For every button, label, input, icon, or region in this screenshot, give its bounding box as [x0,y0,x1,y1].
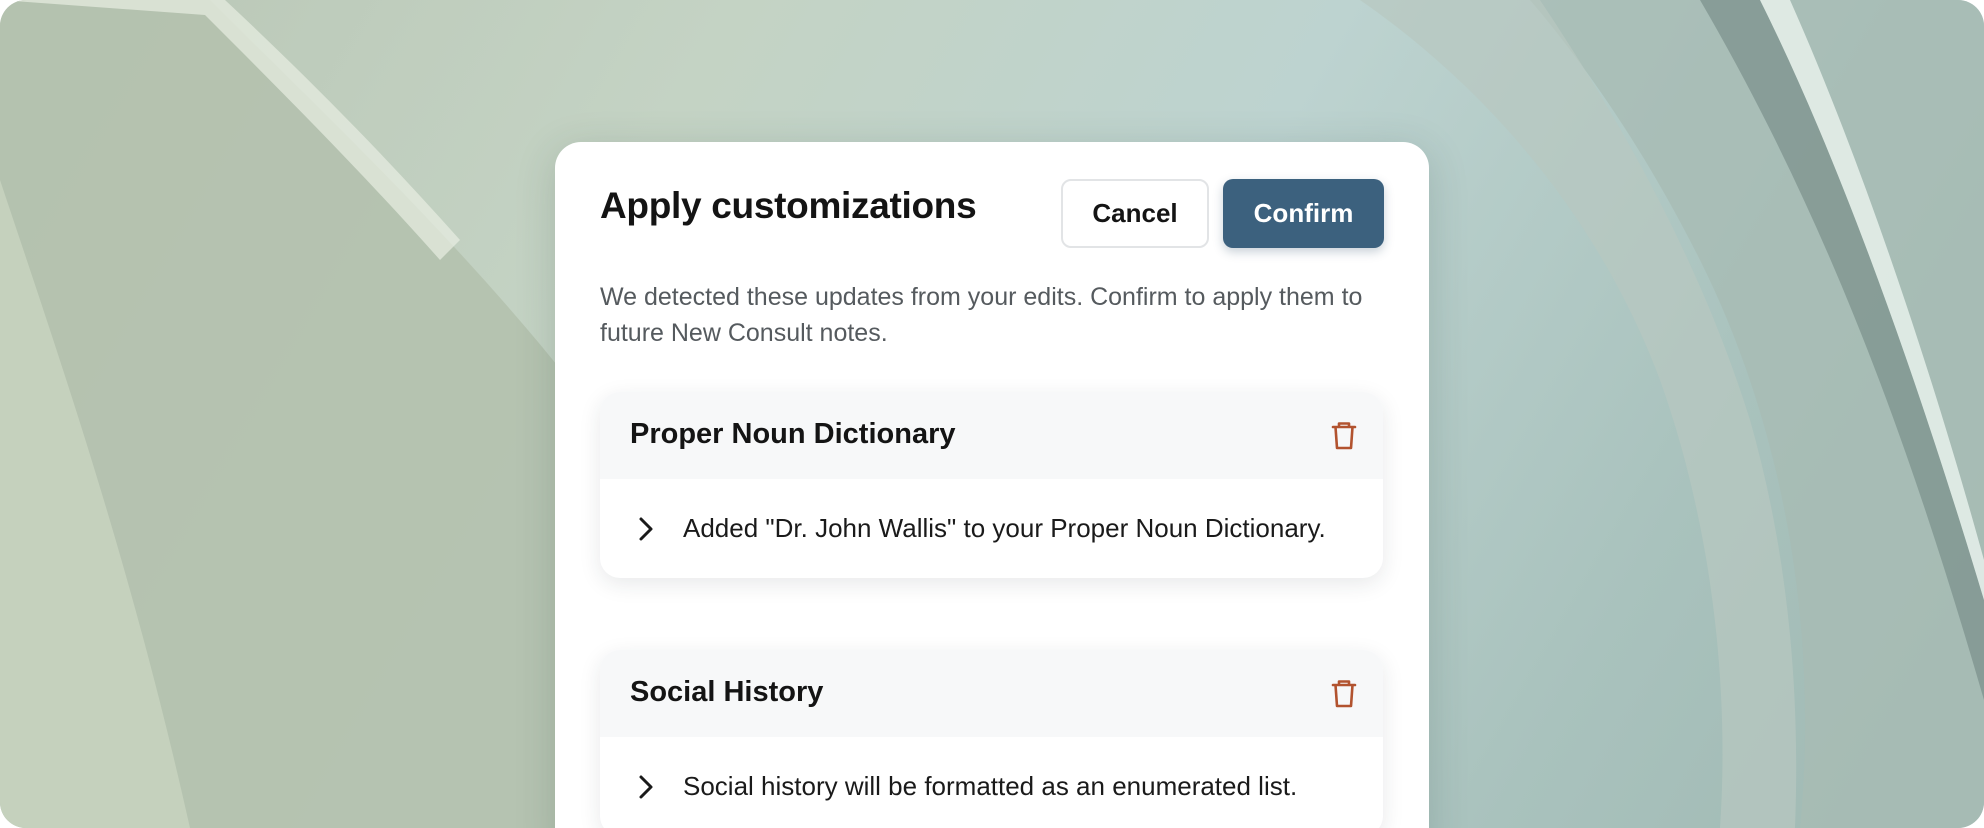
app-window: Apply customizations Cancel Confirm We d… [0,0,1984,828]
apply-customizations-dialog: Apply customizations Cancel Confirm We d… [555,142,1429,828]
card-header: Proper Noun Dictionary [600,392,1383,479]
chevron-right-icon [639,517,653,541]
card-title: Social History [630,676,824,708]
card-detail-row[interactable]: Social history will be formatted as an e… [600,737,1383,828]
customization-card-proper-noun-dictionary: Proper Noun Dictionary Added "Dr. John W… [600,392,1383,578]
cancel-button[interactable]: Cancel [1061,179,1209,248]
customization-card-social-history: Social History Social history will be fo… [600,650,1383,828]
chevron-right-icon [639,775,653,799]
card-detail-text: Social history will be formatted as an e… [683,771,1298,801]
dialog-title: Apply customizations [600,185,977,226]
confirm-button[interactable]: Confirm [1223,179,1384,248]
trash-icon[interactable] [1326,675,1362,711]
dialog-description: We detected these updates from your edit… [600,283,1363,347]
card-header: Social History [600,650,1383,737]
card-title: Proper Noun Dictionary [630,418,956,450]
card-detail-text: Added "Dr. John Wallis" to your Proper N… [683,513,1326,543]
card-detail-row[interactable]: Added "Dr. John Wallis" to your Proper N… [600,479,1383,578]
trash-icon[interactable] [1326,417,1362,453]
